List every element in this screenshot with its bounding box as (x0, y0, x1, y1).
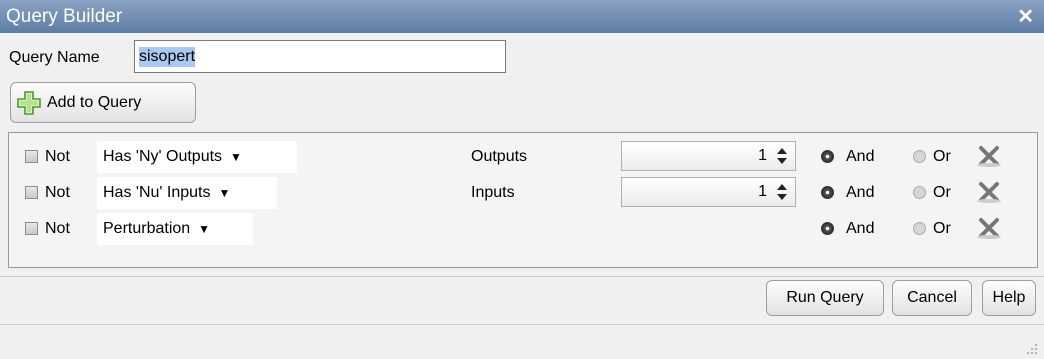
window-title: Query Builder (6, 6, 123, 27)
add-to-query-label: Add to Query (47, 93, 142, 111)
or-radio[interactable] (913, 222, 926, 235)
add-to-query-button[interactable]: Add to Query (10, 82, 196, 123)
conditions-panel: Not Has 'Ny' Outputs ▼ Outputs 1 And Or … (8, 132, 1038, 268)
and-label: And (846, 220, 875, 237)
dropdown-arrow-icon: ▼ (218, 186, 231, 200)
remove-condition-icon[interactable] (975, 180, 1003, 204)
inputs-label: Inputs (471, 184, 515, 201)
title-bar: Query Builder ✕ (0, 0, 1044, 33)
not-label: Not (45, 184, 70, 201)
cancel-label: Cancel (907, 289, 957, 306)
not-checkbox[interactable] (25, 222, 38, 235)
remove-condition-icon[interactable] (975, 216, 1003, 240)
condition-dropdown[interactable]: Has 'Nu' Inputs ▼ (97, 177, 277, 209)
divider (0, 276, 1044, 277)
and-label: And (846, 184, 875, 201)
and-radio[interactable] (821, 150, 834, 163)
inputs-spinner[interactable]: 1 (621, 177, 796, 207)
run-query-button[interactable]: Run Query (766, 280, 884, 316)
or-label: Or (933, 184, 951, 201)
run-query-label: Run Query (786, 289, 864, 306)
query-name-label: Query Name (9, 49, 100, 66)
or-radio[interactable] (913, 186, 926, 199)
inputs-value: 1 (758, 183, 767, 200)
condition-dropdown[interactable]: Has 'Ny' Outputs ▼ (97, 141, 297, 173)
or-label: Or (933, 220, 951, 237)
status-bar (0, 324, 1044, 359)
outputs-spinner[interactable]: 1 (621, 141, 796, 171)
or-radio[interactable] (913, 150, 926, 163)
condition-value: Has 'Ny' Outputs (103, 148, 223, 165)
help-label: Help (992, 289, 1026, 306)
outputs-value: 1 (758, 147, 767, 164)
and-radio[interactable] (821, 186, 834, 199)
dropdown-arrow-icon: ▼ (198, 222, 211, 236)
not-checkbox[interactable] (25, 150, 38, 163)
query-name-value: sisopert (139, 46, 196, 67)
not-label: Not (45, 220, 70, 237)
and-label: And (846, 148, 875, 165)
not-checkbox[interactable] (25, 186, 38, 199)
condition-row: Not Has 'Nu' Inputs ▼ Inputs 1 And Or (9, 175, 1037, 211)
remove-condition-icon[interactable] (975, 144, 1003, 168)
resize-grip-icon[interactable] (1024, 341, 1038, 355)
and-radio[interactable] (821, 222, 834, 235)
condition-row: Not Has 'Ny' Outputs ▼ Outputs 1 And Or (9, 139, 1037, 175)
or-label: Or (933, 148, 951, 165)
dropdown-arrow-icon: ▼ (230, 150, 242, 164)
condition-value: Perturbation (103, 220, 191, 237)
spinner-arrows-icon[interactable] (775, 181, 789, 203)
outputs-label: Outputs (471, 148, 528, 165)
help-button[interactable]: Help (982, 280, 1036, 316)
condition-dropdown[interactable]: Perturbation ▼ (97, 213, 253, 245)
spinner-arrows-icon[interactable] (775, 145, 789, 167)
plus-icon (17, 90, 41, 115)
condition-row: Not Perturbation ▼ And Or (9, 211, 1037, 247)
not-label: Not (45, 148, 70, 165)
close-icon[interactable]: ✕ (1017, 4, 1034, 29)
condition-value: Has 'Nu' Inputs (103, 184, 211, 201)
cancel-button[interactable]: Cancel (892, 280, 972, 316)
query-name-input[interactable]: sisopert (134, 40, 506, 73)
